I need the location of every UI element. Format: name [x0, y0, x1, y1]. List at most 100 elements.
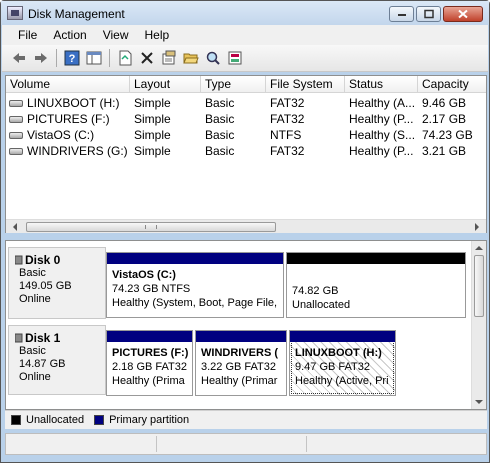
partition-vistaos[interactable]: VistaOS (C:) 74.23 GB NTFS Healthy (Syst…	[106, 252, 284, 318]
properties-sheet-button[interactable]	[158, 47, 180, 69]
menu-bar: File Action View Help	[2, 25, 488, 45]
volume-row[interactable]: LINUXBOOT (H:) Simple Basic FAT32 Health…	[6, 95, 486, 111]
disk-name: Disk 1	[15, 331, 105, 345]
legend: Unallocated Primary partition	[5, 410, 487, 429]
disk-size: 14.87 GB	[19, 358, 66, 370]
volume-row[interactable]: VistaOS (C:) Simple Basic NTFS Healthy (…	[6, 127, 486, 143]
disk-drive-icon	[15, 255, 23, 265]
volume-name: LINUXBOOT (H:)	[27, 96, 120, 110]
column-header-status[interactable]: Status	[345, 76, 418, 93]
toolbar-separator	[109, 49, 110, 67]
open-folder-button[interactable]	[180, 47, 202, 69]
disk-type: Basic	[19, 345, 46, 357]
vertical-scrollbar[interactable]	[471, 241, 486, 409]
disk-1-name: Disk 1	[25, 331, 61, 345]
volume-capacity: 9.46 GB	[422, 96, 467, 110]
scroll-up-icon[interactable]	[474, 243, 484, 253]
properties-icon	[119, 50, 132, 66]
delete-button[interactable]	[136, 47, 158, 69]
volume-layout: Simple	[134, 96, 171, 110]
toolbar: ?	[2, 45, 488, 72]
legend-label-unallocated: Unallocated	[26, 414, 85, 426]
volume-layout: Simple	[134, 112, 171, 126]
menu-action[interactable]: Action	[45, 25, 94, 45]
partition-windrivers[interactable]: WINDRIVERS ( 3.22 GB FAT32 Healthy (Prim…	[195, 330, 287, 396]
disk-type: Basic	[19, 267, 46, 279]
disk-state: Online	[19, 293, 51, 305]
column-header-capacity[interactable]: Capacity	[418, 76, 486, 93]
volume-file-system: FAT32	[270, 144, 305, 158]
partition-linuxboot[interactable]: LINUXBOOT (H:) 9.47 GB FAT32 Healthy (Ac…	[289, 330, 396, 396]
menu-view[interactable]: View	[95, 25, 137, 45]
partition-size: 74.23 GB NTFS	[112, 283, 191, 295]
help-button[interactable]: ?	[61, 47, 83, 69]
disk-drive-icon	[15, 333, 23, 343]
volume-file-system: FAT32	[270, 112, 305, 126]
scroll-right-icon[interactable]	[472, 222, 482, 232]
disk-size: 149.05 GB	[19, 280, 72, 292]
volume-type: Basic	[205, 144, 235, 158]
volume-name: WINDRIVERS (G:)	[27, 144, 127, 158]
vertical-scroll-thumb[interactable]	[474, 255, 484, 317]
primary-partition-bar	[290, 331, 395, 342]
partition-name: VistaOS (C:)	[112, 269, 176, 281]
scroll-left-icon[interactable]	[10, 222, 20, 232]
partition-status: Healthy (Prima	[112, 375, 185, 387]
partition-status: Healthy (Primar	[201, 375, 278, 387]
menu-help[interactable]: Help	[137, 25, 178, 45]
horizontal-scrollbar[interactable]	[6, 219, 486, 233]
volume-file-system: NTFS	[270, 128, 302, 142]
unallocated-swatch	[11, 415, 21, 425]
scroll-down-icon[interactable]	[474, 397, 484, 407]
column-header-volume[interactable]: Volume	[6, 76, 130, 93]
disk-0-info[interactable]: Disk 0 Basic 149.05 GB Online	[8, 247, 106, 319]
volume-status: Healthy (S...	[349, 128, 416, 142]
column-header-file-system[interactable]: File System	[266, 76, 345, 93]
close-button[interactable]	[443, 6, 483, 22]
search-icon	[206, 51, 220, 65]
volume-type: Basic	[205, 96, 235, 110]
status-bar	[5, 433, 487, 455]
volume-status: Healthy (P...	[349, 112, 414, 126]
partition-name: LINUXBOOT (H:)	[295, 347, 382, 359]
volume-status: Healthy (P...	[349, 144, 414, 158]
disk-1-info[interactable]: Disk 1 Basic 14.87 GB Online	[8, 325, 106, 395]
minimize-icon	[397, 14, 406, 16]
volume-name: VistaOS (C:)	[27, 128, 95, 142]
partition-status: Unallocated	[292, 299, 351, 311]
column-header-type[interactable]: Type	[201, 76, 266, 93]
disk-state: Online	[19, 371, 51, 383]
primary-partition-bar	[107, 253, 283, 264]
horizontal-scroll-thumb[interactable]	[26, 222, 276, 232]
partition-status: Healthy (Active, Pri	[295, 375, 389, 387]
drive-icon	[9, 148, 23, 155]
title-bar[interactable]: Disk Management	[1, 1, 489, 25]
back-button[interactable]	[8, 47, 30, 69]
partition-size: 74.82 GB	[292, 285, 339, 297]
primary-partition-bar	[196, 331, 286, 342]
volume-row[interactable]: PICTURES (F:) Simple Basic FAT32 Healthy…	[6, 111, 486, 127]
help-icon: ?	[64, 50, 80, 66]
disk-management-icon	[7, 6, 23, 20]
export-list-button[interactable]	[224, 47, 246, 69]
status-separator	[156, 436, 157, 452]
minimize-button[interactable]	[389, 6, 414, 22]
volume-row[interactable]: WINDRIVERS (G:) Simple Basic FAT32 Healt…	[6, 143, 486, 159]
partition-status: Healthy (System, Boot, Page File,	[112, 297, 278, 309]
drive-icon	[9, 116, 23, 123]
back-arrow-icon	[13, 53, 25, 63]
partition-pictures[interactable]: PICTURES (F:) 2.18 GB FAT32 Healthy (Pri…	[106, 330, 193, 396]
column-header-layout[interactable]: Layout	[130, 76, 201, 93]
volume-list[interactable]: Volume Layout Type File System Status Ca…	[5, 75, 487, 233]
maximize-button[interactable]	[416, 6, 441, 22]
show-hide-pane-button[interactable]	[83, 47, 105, 69]
partition-unallocated[interactable]: 74.82 GB Unallocated	[286, 252, 466, 318]
disk-name: Disk 0	[15, 253, 105, 267]
search-button[interactable]	[202, 47, 224, 69]
volume-layout: Simple	[134, 144, 171, 158]
disk-graphical-view[interactable]: Disk 0 Basic 149.05 GB Online VistaOS (C…	[5, 240, 487, 410]
menu-file[interactable]: File	[10, 25, 45, 45]
properties-button[interactable]	[114, 47, 136, 69]
primary-partition-swatch	[94, 415, 105, 425]
forward-button[interactable]	[30, 47, 52, 69]
